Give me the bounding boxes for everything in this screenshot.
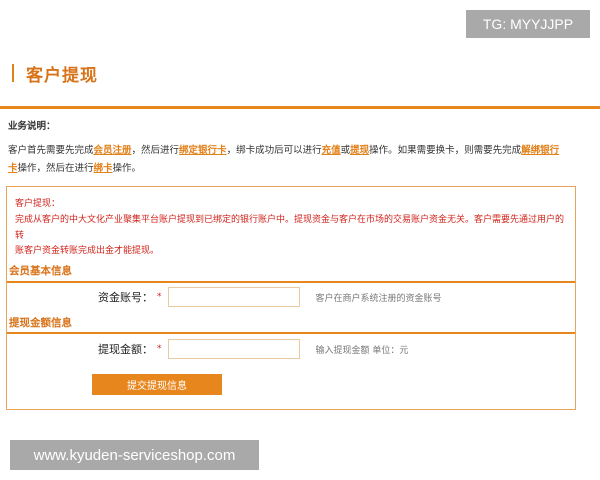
business-notice: 业务说明： 客户首先需要先完成会员注册，然后进行绑定银行卡，绑卡成功后可以进行充… [8, 118, 592, 178]
notice-line-1: 客户首先需要先完成会员注册，然后进行绑定银行卡，绑卡成功后可以进行充值或提现操作… [8, 142, 592, 160]
withdraw-form-panel: 客户提现： 完成从客户的中大文化产业聚集平台账户提现到已绑定的银行账户中。提现资… [6, 186, 576, 410]
amount-label: 提现金额： [98, 343, 153, 356]
amount-input[interactable] [167, 339, 300, 359]
account-input[interactable] [167, 287, 300, 307]
withdraw-warning: 客户提现： 完成从客户的中大文化产业聚集平台账户提现到已绑定的银行账户中。提现资… [15, 197, 565, 260]
account-row: 资金账号： * 客户在商户系统注册的资金账号 [7, 286, 575, 308]
amount-hint: 输入提现金额 单位：元 [315, 345, 409, 356]
warning-line-2: 账客户资金转账完成出金才能提现。 [15, 246, 160, 257]
bind-card-link[interactable]: 绑定银行卡 [179, 145, 227, 156]
account-label: 资金账号： [98, 291, 153, 304]
amount-row: 提现金额： * 输入提现金额 单位：元 [7, 338, 575, 360]
required-mark: * [157, 344, 162, 354]
required-mark: * [157, 292, 162, 302]
rebind-card-link[interactable]: 绑卡 [94, 163, 113, 174]
amount-section-title: 提现金额信息 [9, 317, 72, 329]
tg-watermark: TG: MYYJJPP [466, 10, 590, 38]
notice-text: ，绑卡成功后可以进行 [226, 145, 322, 157]
deposit-link[interactable]: 充值 [322, 145, 341, 156]
title-marker [12, 64, 14, 82]
notice-text: 操作。 [112, 163, 142, 175]
notice-text: 操作。如果需要换卡，则需要先完成 [369, 145, 522, 157]
page-title: 客户提现 [26, 65, 98, 86]
notice-text: 或 [340, 145, 351, 157]
member-section-title: 会员基本信息 [9, 265, 72, 277]
header-divider [0, 106, 600, 109]
site-watermark: www.kyuden-serviceshop.com [10, 440, 259, 470]
amount-section-divider [7, 332, 575, 334]
notice-line-2: 卡操作，然后在进行绑卡操作。 [8, 160, 592, 178]
notice-text: 客户首先需要先完成 [8, 145, 94, 157]
withdraw-link[interactable]: 提现 [350, 145, 369, 156]
warning-title: 客户提现： [15, 199, 61, 209]
notice-text: ，然后进行 [131, 145, 180, 157]
unbind-card-link[interactable]: 解绑银行 [521, 145, 559, 156]
register-link[interactable]: 会员注册 [94, 145, 132, 156]
page-header: 客户提现 [12, 60, 98, 86]
submit-withdraw-button[interactable]: 提交提现信息 [92, 374, 222, 395]
unbind-card-link-cont[interactable]: 卡 [8, 163, 18, 174]
notice-heading: 业务说明： [8, 121, 56, 132]
notice-text: 操作，然后在进行 [17, 163, 94, 175]
warning-line-1: 完成从客户的中大文化产业聚集平台账户提现到已绑定的银行账户中。提现资金与客户在市… [15, 214, 565, 241]
account-hint: 客户在商户系统注册的资金账号 [315, 293, 442, 304]
member-section-divider [7, 281, 575, 283]
